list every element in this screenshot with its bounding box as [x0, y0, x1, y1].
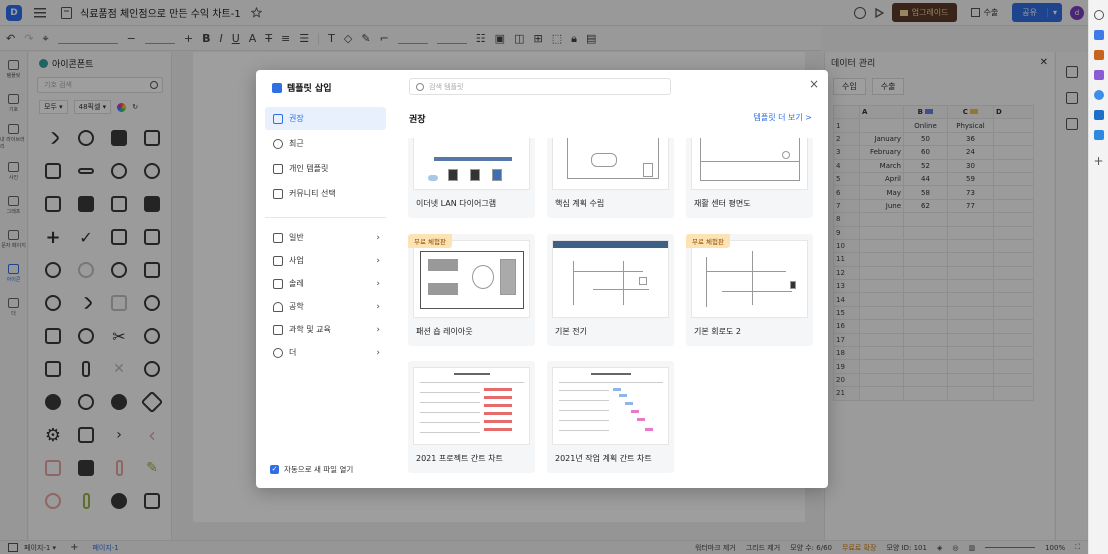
chevron-right-icon: › — [376, 278, 380, 289]
template-label: 2021 프로젝트 간트 차트 — [416, 454, 503, 463]
template-search-input[interactable]: 검색 템플릿 — [409, 78, 671, 95]
category-engineering[interactable]: 공학 › — [265, 296, 386, 317]
chevron-right-icon: › — [376, 301, 380, 312]
template-thumbnail — [552, 367, 669, 445]
search-placeholder: 검색 템플릿 — [429, 82, 464, 91]
chevron-right-icon: › — [376, 347, 380, 358]
chevron-right-icon: › — [376, 232, 380, 243]
category-label: 공학 — [289, 302, 304, 311]
add-icon[interactable]: + — [1094, 154, 1104, 168]
nav-recent[interactable]: 최근 — [265, 132, 386, 155]
recommended-icon — [273, 113, 283, 124]
category-solution[interactable]: 솔레 › — [265, 273, 386, 294]
dialog-title: 템플릿 삽입 — [272, 81, 332, 94]
template-card[interactable]: 무료 체험판 기본 회로도 2 — [686, 234, 813, 346]
category-label: 더 — [289, 348, 297, 357]
chevron-right-icon: › — [376, 255, 380, 266]
template-label: 기본 회로도 2 — [694, 327, 741, 336]
briefcase-icon[interactable] — [1093, 50, 1104, 60]
category-label: 과학 및 교육 — [289, 325, 331, 334]
nav-label: 개인 템플릿 — [289, 164, 329, 173]
template-label: 핵심 계획 수립 — [555, 199, 605, 208]
category-label: 일반 — [289, 233, 304, 242]
template-card[interactable]: 2021년 작업 계획 간트 차트 — [547, 361, 674, 473]
dialog-sidebar: 템플릿 삽입 권장 최근 개인 템플릿 커뮤니티 선택 일반 › 사업 › 솔레 › … — [256, 70, 396, 488]
chevron-right-icon: › — [376, 324, 380, 335]
search-icon[interactable] — [1093, 10, 1104, 20]
category-label: 솔레 — [289, 279, 304, 288]
nav-label: 권장 — [289, 114, 304, 123]
outlook-icon[interactable] — [1093, 110, 1104, 120]
section-title: 권장 — [409, 115, 426, 125]
template-thumbnail — [691, 138, 808, 190]
insert-template-dialog: × 템플릿 삽입 권장 최근 개인 템플릿 커뮤니티 선택 일반 › 사업 › 솔레… — [256, 70, 828, 488]
free-trial-badge: 무료 체험판 — [686, 234, 730, 248]
category-more[interactable]: 더 › — [265, 342, 386, 363]
template-thumbnail — [413, 138, 530, 190]
template-card[interactable]: 재활 센터 평면도 — [686, 138, 813, 218]
template-thumbnail — [552, 138, 669, 190]
app-logo-icon — [272, 82, 282, 93]
community-icon — [273, 188, 283, 199]
more-templates-link[interactable]: 템플릿 더 보기 > — [754, 112, 813, 123]
template-thumbnail — [691, 240, 808, 318]
solution-icon — [273, 278, 283, 289]
template-label: 패션 숍 레이아웃 — [416, 327, 473, 336]
briefcase-icon — [273, 255, 283, 266]
auto-open-checkbox[interactable]: ✓ — [270, 465, 279, 474]
helmet-icon — [273, 301, 283, 312]
nav-community[interactable]: 커뮤니티 선택 — [265, 182, 386, 205]
category-science-education[interactable]: 과학 및 교육 › — [265, 319, 386, 340]
template-label: 2021년 작업 계획 간트 차트 — [555, 454, 652, 463]
more-icon — [273, 347, 283, 358]
tag-icon — [273, 232, 283, 243]
personal-template-icon — [273, 163, 283, 174]
divider — [265, 217, 386, 218]
nav-label: 커뮤니티 선택 — [289, 189, 336, 198]
template-label: 이더넷 LAN 다이어그램 — [416, 199, 497, 208]
send-icon[interactable] — [1093, 130, 1104, 140]
auto-open-option[interactable]: ✓ 자동으로 새 파일 열기 — [270, 464, 353, 475]
nav-recommended[interactable]: 권장 — [265, 107, 386, 130]
search-icon — [416, 82, 424, 91]
template-thumbnail — [552, 240, 669, 318]
dialog-nav: 권장 최근 개인 템플릿 커뮤니티 선택 — [265, 107, 386, 207]
template-card[interactable]: 2021 프로젝트 간트 차트 — [408, 361, 535, 473]
template-card[interactable]: 무료 체험판 패션 숍 레이아웃 — [408, 234, 535, 346]
template-thumbnail — [413, 240, 530, 318]
template-card[interactable]: 핵심 계획 수립 — [547, 138, 674, 218]
template-grid: 이더넷 LAN 다이어그램 핵심 계획 수립 재활 센터 평면도 무료 체험판 — [408, 138, 814, 478]
template-label: 기본 전기 — [555, 327, 587, 336]
nav-label: 최근 — [289, 139, 304, 148]
template-label: 재활 센터 평면도 — [694, 199, 751, 208]
free-trial-badge: 무료 체험판 — [408, 234, 452, 248]
browser-side-rail: + — [1088, 0, 1108, 554]
people-icon[interactable] — [1093, 70, 1104, 80]
category-label: 사업 — [289, 256, 304, 265]
template-card[interactable]: 이더넷 LAN 다이어그램 — [408, 138, 535, 218]
auto-open-label: 자동으로 새 파일 열기 — [284, 465, 354, 474]
template-card[interactable]: 기본 전기 — [547, 234, 674, 346]
category-general[interactable]: 일반 › — [265, 227, 386, 248]
template-thumbnail — [413, 367, 530, 445]
tag-icon[interactable] — [1093, 30, 1104, 40]
category-nav: 일반 › 사업 › 솔레 › 공학 › 과학 및 교육 › 더 › — [265, 227, 386, 365]
graduation-cap-icon — [273, 324, 283, 335]
dialog-title-text: 템플릿 삽입 — [287, 84, 332, 94]
category-business[interactable]: 사업 › — [265, 250, 386, 271]
close-icon[interactable]: × — [808, 78, 820, 90]
copilot-icon[interactable] — [1093, 90, 1104, 100]
nav-personal-templates[interactable]: 개인 템플릿 — [265, 157, 386, 180]
clock-icon — [273, 138, 283, 149]
